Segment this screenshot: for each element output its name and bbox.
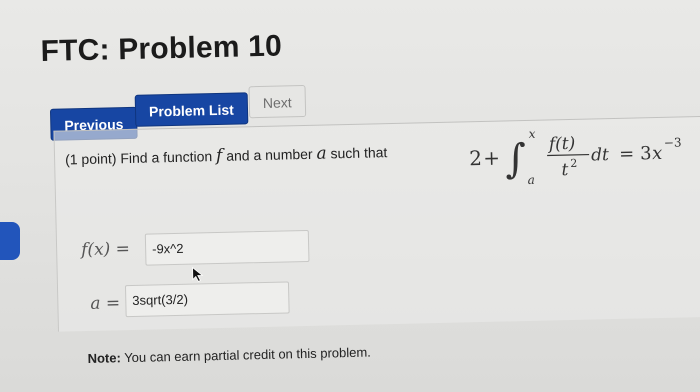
equation-plus: +	[483, 146, 500, 170]
prompt-var-f: f	[215, 145, 223, 167]
integral-equation: 2 + ∫ x a f(t) t 2 dt = 3 x −3	[466, 120, 698, 195]
mouse-cursor-icon	[191, 266, 205, 287]
lower-limit: a	[528, 173, 535, 187]
integrand-numerator: f(t)	[547, 134, 576, 155]
partial-credit-note: Note: You can earn partial credit on thi…	[87, 345, 371, 366]
a-answer-input[interactable]: 3sqrt(3/2)	[124, 281, 290, 318]
page-title: FTC: Problem 10	[40, 29, 283, 68]
prompt-text-2: and a number	[226, 145, 313, 164]
prompt-text-3: such that	[330, 144, 388, 162]
problem-page: FTC: Problem 10 Previous Problem List Ne…	[0, 0, 700, 392]
integral-sign: ∫	[505, 136, 527, 182]
problem-list-button[interactable]: Problem List	[134, 92, 249, 127]
rhs-exponent: −3	[664, 135, 682, 149]
equation-graphic: 2 + ∫ x a f(t) t 2 dt = 3 x −3	[469, 127, 682, 187]
rhs-variable: x	[652, 143, 663, 164]
fraction-bar	[547, 153, 590, 157]
integrand-denominator: t	[561, 160, 568, 180]
a-answer-label: a =	[90, 293, 121, 314]
equation-equals: =	[619, 144, 635, 165]
f-answer-input[interactable]: -9x^2	[144, 229, 310, 266]
prompt-text-1: Find a function	[120, 148, 213, 167]
note-text: You can earn partial credit on this prob…	[124, 344, 371, 366]
upper-limit: x	[528, 127, 535, 141]
screen: FTC: Problem 10 Previous Problem List Ne…	[0, 0, 700, 392]
cursor-arrow-icon	[192, 266, 204, 283]
points-label: (1 point)	[64, 150, 117, 168]
denominator-exponent: 2	[570, 157, 577, 170]
rhs-coefficient: 3	[640, 143, 652, 164]
equation-constant: 2	[469, 146, 482, 170]
prompt-var-a: a	[316, 143, 327, 164]
differential: dt	[591, 145, 609, 165]
f-answer-label: f(x) =	[80, 239, 131, 261]
note-label: Note:	[87, 350, 121, 366]
next-button[interactable]: Next	[248, 84, 306, 119]
